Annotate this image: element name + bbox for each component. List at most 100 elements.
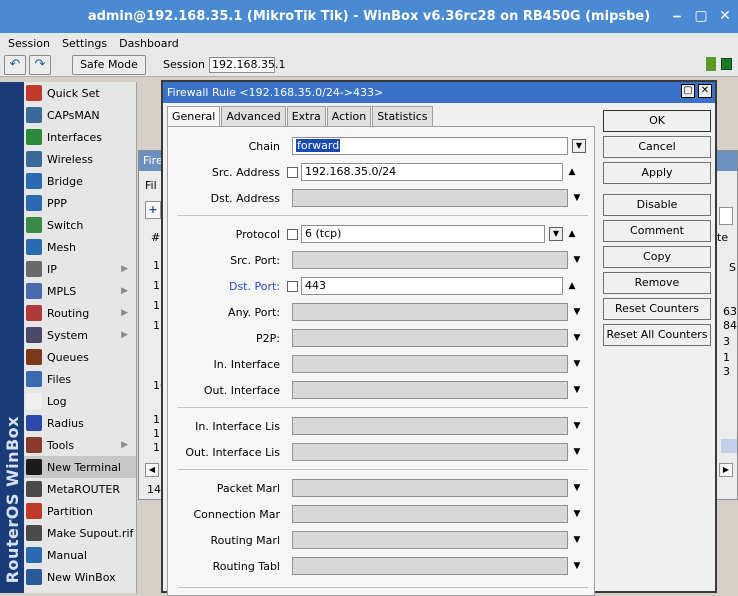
out-interface-input[interactable] bbox=[292, 381, 568, 399]
background-filter-box[interactable] bbox=[719, 207, 733, 225]
sidebar-item-label: Wireless bbox=[47, 152, 94, 166]
redo-button[interactable]: ↷ bbox=[29, 54, 51, 75]
dialog-maximize-icon[interactable]: ▢ bbox=[681, 84, 695, 98]
dialog-titlebar: Firewall Rule <192.168.35.0/24->433> ▢ ✕ bbox=[163, 82, 715, 103]
sidebar-item-files[interactable]: Files bbox=[24, 368, 136, 390]
table-row[interactable]: 1 bbox=[153, 279, 160, 292]
sidebar-item-wireless[interactable]: Wireless bbox=[24, 148, 136, 170]
table-row[interactable]: 1 bbox=[153, 299, 160, 312]
dialog-close-icon[interactable]: ✕ bbox=[698, 84, 712, 98]
dst-address-input[interactable] bbox=[292, 189, 568, 207]
sidebar-item-make-supout-rif[interactable]: Make Supout.rif bbox=[24, 522, 136, 544]
column-header-hash: # bbox=[151, 231, 161, 244]
sidebar-item-tools[interactable]: Tools ▶ bbox=[24, 434, 136, 456]
any-port-expand-icon[interactable]: ▼ bbox=[570, 307, 584, 317]
sidebar-item-new-terminal[interactable]: New Terminal bbox=[24, 456, 136, 478]
routing-mark-expand-icon[interactable]: ▼ bbox=[570, 535, 584, 545]
sidebar-item-metarouter[interactable]: MetaROUTER bbox=[24, 478, 136, 500]
session-input[interactable]: 192.168.35.1 bbox=[208, 56, 285, 73]
cancel-button[interactable]: Cancel bbox=[603, 136, 711, 158]
in-interface-expand-icon[interactable]: ▼ bbox=[570, 359, 584, 369]
sidebar-item-mesh[interactable]: Mesh bbox=[24, 236, 136, 258]
routing-mark-input[interactable] bbox=[292, 531, 568, 549]
reset-all-counters-button[interactable]: Reset All Counters bbox=[603, 324, 711, 346]
src-address-negate-checkbox[interactable] bbox=[287, 166, 298, 178]
sidebar-item-routing[interactable]: Routing ▶ bbox=[24, 302, 136, 324]
background-tab[interactable]: Fil bbox=[145, 179, 157, 192]
p2p-expand-icon[interactable]: ▼ bbox=[570, 333, 584, 343]
routing-table-input[interactable] bbox=[292, 557, 568, 575]
src-port-input[interactable] bbox=[292, 251, 568, 269]
minimize-icon[interactable]: ⎯ bbox=[668, 6, 686, 26]
src-address-input[interactable]: 192.168.35.0/24 bbox=[301, 163, 563, 181]
close-icon[interactable]: ✕ bbox=[716, 6, 734, 26]
sidebar-item-switch[interactable]: Switch bbox=[24, 214, 136, 236]
table-row[interactable]: 1 bbox=[153, 413, 160, 426]
packet-mark-input[interactable] bbox=[292, 479, 568, 497]
sidebar-item-manual[interactable]: Manual bbox=[24, 544, 136, 566]
connection-mark-input[interactable] bbox=[292, 505, 568, 523]
sidebar-item-mpls[interactable]: MPLS ▶ bbox=[24, 280, 136, 302]
apply-button[interactable]: Apply bbox=[603, 162, 711, 184]
comment-button[interactable]: Comment bbox=[603, 220, 711, 242]
out-interface-list-input[interactable] bbox=[292, 443, 568, 461]
sidebar-item-bridge[interactable]: Bridge bbox=[24, 170, 136, 192]
ok-button[interactable]: OK bbox=[603, 110, 711, 132]
menu-dashboard[interactable]: Dashboard bbox=[119, 37, 179, 50]
chain-select[interactable]: forward bbox=[292, 137, 568, 155]
dst-port-collapse-icon[interactable]: ▲ bbox=[565, 281, 579, 291]
sidebar-item-new-winbox[interactable]: New WinBox bbox=[24, 566, 136, 588]
undo-button[interactable]: ↶ bbox=[4, 54, 26, 75]
sidebar-item-ppp[interactable]: PPP bbox=[24, 192, 136, 214]
routing-table-expand-icon[interactable]: ▼ bbox=[570, 561, 584, 571]
table-row[interactable]: 1 bbox=[153, 441, 160, 454]
out-interface-list-expand-icon[interactable]: ▼ bbox=[570, 447, 584, 457]
remove-button[interactable]: Remove bbox=[603, 272, 711, 294]
sidebar-item-radius[interactable]: Radius bbox=[24, 412, 136, 434]
sidebar-item-ip[interactable]: IP ▶ bbox=[24, 258, 136, 280]
menu-settings[interactable]: Settings bbox=[62, 37, 107, 50]
in-interface-list-input[interactable] bbox=[292, 417, 568, 435]
in-interface-list-expand-icon[interactable]: ▼ bbox=[570, 421, 584, 431]
tab-statistics[interactable]: Statistics bbox=[372, 106, 433, 126]
p2p-input[interactable] bbox=[292, 329, 568, 347]
protocol-dropdown-icon[interactable]: ▼ bbox=[549, 227, 563, 241]
packet-mark-expand-icon[interactable]: ▼ bbox=[570, 483, 584, 493]
maximize-icon[interactable]: ▢ bbox=[692, 6, 710, 26]
scroll-left-icon[interactable]: ◀ bbox=[145, 463, 159, 477]
in-interface-input[interactable] bbox=[292, 355, 568, 373]
connection-mark-expand-icon[interactable]: ▼ bbox=[570, 509, 584, 519]
sidebar-item-log[interactable]: Log bbox=[24, 390, 136, 412]
scroll-right-icon[interactable]: ▶ bbox=[719, 463, 733, 477]
sidebar-item-capsman[interactable]: CAPsMAN bbox=[24, 104, 136, 126]
safe-mode-button[interactable]: Safe Mode bbox=[72, 54, 146, 75]
table-row[interactable]: 1 bbox=[153, 319, 160, 332]
copy-button[interactable]: Copy bbox=[603, 246, 711, 268]
dst-port-input[interactable]: 443 bbox=[301, 277, 563, 295]
any-port-input[interactable] bbox=[292, 303, 568, 321]
sidebar-item-interfaces[interactable]: Interfaces bbox=[24, 126, 136, 148]
reset-counters-button[interactable]: Reset Counters bbox=[603, 298, 711, 320]
tab-action[interactable]: Action bbox=[326, 106, 372, 126]
tab-general[interactable]: General bbox=[167, 106, 221, 126]
disable-button[interactable]: Disable bbox=[603, 194, 711, 216]
dst-port-negate-checkbox[interactable] bbox=[287, 280, 298, 292]
tab-extra[interactable]: Extra bbox=[286, 106, 326, 126]
src-port-expand-icon[interactable]: ▼ bbox=[570, 255, 584, 265]
add-icon[interactable]: + bbox=[145, 201, 161, 219]
table-row[interactable]: 1 bbox=[153, 259, 160, 272]
sidebar-item-quick-set[interactable]: Quick Set bbox=[24, 82, 136, 104]
tab-advanced[interactable]: Advanced bbox=[221, 106, 286, 126]
protocol-select[interactable]: 6 (tcp) bbox=[301, 225, 545, 243]
sidebar-item-system[interactable]: System ▶ bbox=[24, 324, 136, 346]
sidebar-item-partition[interactable]: Partition bbox=[24, 500, 136, 522]
sidebar-item-queues[interactable]: Queues bbox=[24, 346, 136, 368]
out-interface-expand-icon[interactable]: ▼ bbox=[570, 385, 584, 395]
protocol-negate-checkbox[interactable] bbox=[287, 228, 298, 240]
src-address-collapse-icon[interactable]: ▲ bbox=[565, 167, 579, 177]
table-row[interactable]: 1 bbox=[153, 427, 160, 440]
menu-session[interactable]: Session bbox=[8, 37, 50, 50]
protocol-collapse-icon[interactable]: ▲ bbox=[565, 229, 579, 239]
chain-dropdown-icon[interactable]: ▼ bbox=[572, 139, 586, 153]
dst-address-expand-icon[interactable]: ▼ bbox=[570, 193, 584, 203]
